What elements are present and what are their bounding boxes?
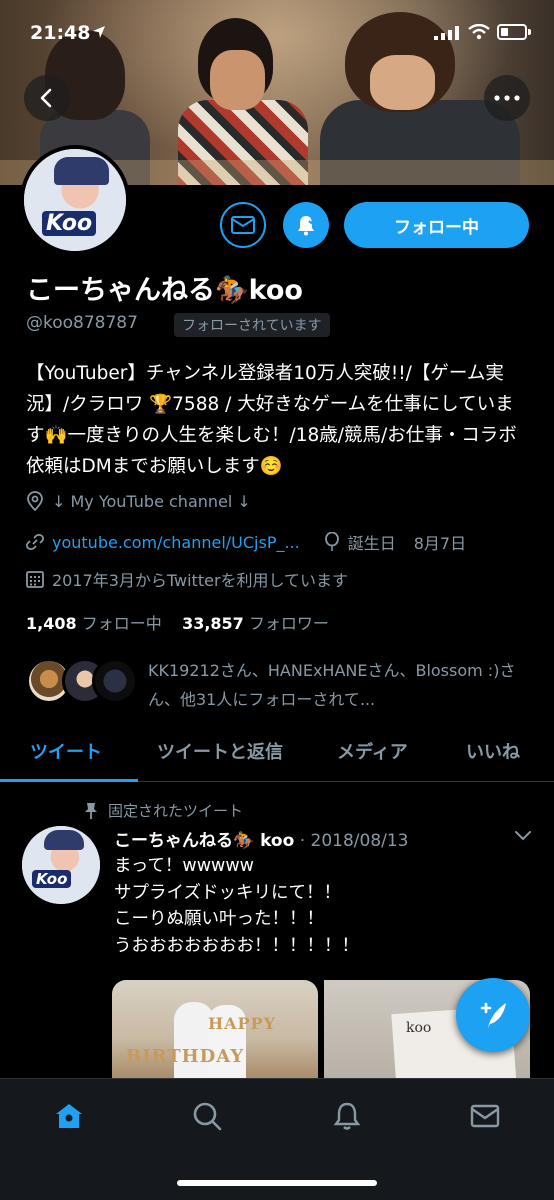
search-icon xyxy=(193,1102,222,1131)
follower-avatar xyxy=(92,658,138,704)
avatar-image: Koo xyxy=(24,149,126,251)
tab-tweets[interactable]: ツイート xyxy=(30,738,102,764)
signal-icon xyxy=(434,26,459,40)
nav-search[interactable] xyxy=(190,1099,224,1133)
tweet-header: こーちゃんねる🏇 koo · 2018/08/13 xyxy=(114,826,409,851)
location-icon xyxy=(27,491,43,511)
profile-birthday: 誕生日 8月7日 xyxy=(324,530,466,554)
tweet-text: まって！wwwww サプライズドッキリにて！！ こーりぬ願い叶った！！！ うおお… xyxy=(114,856,359,956)
profile-handle: @koo878787 xyxy=(26,313,138,333)
location-arrow-icon xyxy=(93,26,105,38)
tab-media[interactable]: メディア xyxy=(337,738,408,764)
joined-text: 2017年3月からTwitterを利用しています xyxy=(52,571,349,590)
tweet-date: · 2018/08/13 xyxy=(299,831,409,851)
more-button[interactable] xyxy=(484,75,530,121)
profile-url-link[interactable]: youtube.com/channel/UCjsP_... xyxy=(52,533,300,552)
profile-tabs: ツイート ツイートと返信 メディア いいね xyxy=(0,728,554,782)
profile-name: こーちゃんねる🏇koo xyxy=(26,275,303,306)
status-bar: 21:48 xyxy=(0,0,554,60)
following-count-link[interactable]: 1,408 フォロー中 xyxy=(26,614,162,633)
battery-icon xyxy=(497,24,527,40)
more-icon xyxy=(494,95,520,101)
wifi-icon xyxy=(468,24,490,40)
messages-icon xyxy=(470,1104,500,1128)
followers-count: 33,857 xyxy=(182,614,244,633)
profile-link-row: youtube.com/channel/UCjsP_... 誕生日 8月7日 xyxy=(26,530,466,554)
back-button[interactable] xyxy=(24,75,70,121)
tweet-avatar-logo-text: Koo xyxy=(32,870,72,888)
profile-location: ↓ My YouTube channel ↓ xyxy=(26,491,251,511)
followed-by-avatars[interactable] xyxy=(26,658,138,708)
tweet-author-name[interactable]: こーちゃんねる🏇 koo xyxy=(114,831,294,851)
follow-counts: 1,408 フォロー中 33,857 フォロワー xyxy=(26,610,329,634)
mail-icon xyxy=(231,216,255,234)
notifications-icon xyxy=(333,1102,361,1130)
profile-joined: 2017年3月からTwitterを利用しています xyxy=(26,567,348,591)
message-button[interactable] xyxy=(220,202,266,248)
chevron-down-icon[interactable] xyxy=(514,830,532,842)
following-button[interactable]: フォロー中 xyxy=(344,202,529,248)
birthday-label: 誕生日 xyxy=(347,534,396,553)
compose-tweet-button[interactable] xyxy=(456,978,530,1052)
tweet-avatar-cap xyxy=(44,830,84,850)
pinned-tweet-label: 固定されたツイート xyxy=(84,800,243,821)
followed-by-text[interactable]: KK19212さん、HANExHANEさん、Blossom :)さん、他31人に… xyxy=(148,656,528,714)
compose-icon xyxy=(480,1002,506,1028)
balloon-letters-birthday: BIRTHDAY xyxy=(126,1046,245,1067)
tab-likes[interactable]: いいね xyxy=(466,738,520,764)
followers-count-link[interactable]: 33,857 フォロワー xyxy=(182,614,329,633)
profile-avatar[interactable]: Koo xyxy=(20,145,130,255)
following-count: 1,408 xyxy=(26,614,77,633)
follows-you-badge: フォローされています xyxy=(174,313,330,337)
photo-signature: koo xyxy=(406,1020,432,1036)
following-label: フォロー中 xyxy=(81,614,162,633)
banner-person-3-face xyxy=(370,55,435,110)
calendar-icon xyxy=(26,571,44,588)
balloon-letters-happy: HAPPY xyxy=(208,1014,277,1033)
status-time: 21:48 xyxy=(30,22,91,44)
bell-icon xyxy=(298,216,316,236)
tab-tweets-and-replies[interactable]: ツイートと返信 xyxy=(157,738,283,764)
notifications-toggle-button[interactable] xyxy=(283,202,329,248)
battery-nub xyxy=(528,29,531,35)
nav-notifications[interactable] xyxy=(330,1099,364,1133)
tweet-media-photo-1[interactable]: HAPPY BIRTHDAY xyxy=(112,980,318,1080)
location-text: ↓ My YouTube channel ↓ xyxy=(52,491,251,511)
avatar-cap xyxy=(54,157,109,185)
back-icon xyxy=(40,88,52,108)
link-icon xyxy=(26,533,44,551)
pinned-label-text: 固定されたツイート xyxy=(108,802,244,820)
home-indicator xyxy=(177,1180,377,1186)
active-tab-indicator xyxy=(0,779,138,782)
followers-label: フォロワー xyxy=(248,614,329,633)
birthday-date: 8月7日 xyxy=(413,534,467,553)
nav-messages[interactable] xyxy=(468,1099,502,1133)
home-icon xyxy=(56,1104,82,1128)
avatar-logo-text: Koo xyxy=(42,211,97,236)
tweet-author-avatar[interactable]: Koo xyxy=(22,826,100,904)
balloon-icon xyxy=(324,532,339,551)
pin-icon xyxy=(85,802,97,819)
tweet-avatar-image: Koo xyxy=(22,826,100,904)
nav-home[interactable] xyxy=(52,1099,86,1133)
profile-bio: 【YouTuber】チャンネル登録者10万人突破!!/【ゲーム実況】/クラロワ … xyxy=(26,363,517,477)
